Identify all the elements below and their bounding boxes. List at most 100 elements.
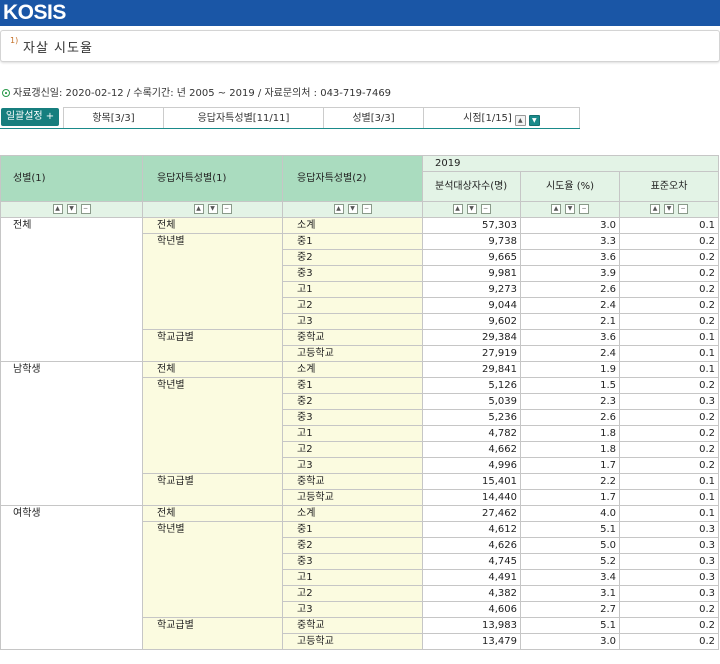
sort-asc-icon[interactable]: ▲ [193,204,204,214]
sort-controls: ▲ ▼ − [282,201,423,218]
cell-standard-error: 0.1 [618,329,720,346]
cell-subgroup: 학년별 [142,377,283,474]
kosis-logo[interactable]: KOSIS [3,0,66,26]
batch-settings-button[interactable]: 일괄설정 + [1,108,59,126]
cell-sample-size: 9,665 [422,249,521,266]
cell-sample-size: 4,491 [422,569,521,586]
tab-label: 성별[3/3] [352,113,395,124]
cell-standard-error: 0.2 [618,425,720,442]
cell-standard-error: 0.2 [618,313,720,330]
sort-asc-icon[interactable]: ▲ [333,204,344,214]
cell-sample-size: 4,382 [422,585,521,602]
expand-down-icon[interactable]: ▼ [528,115,540,126]
sort-asc-icon[interactable]: ▲ [650,204,660,214]
header-attempt-rate[interactable]: 시도율 (%) [520,171,620,202]
cell-standard-error: 0.3 [618,521,720,538]
minus-icon[interactable]: − [221,204,232,214]
cell-sample-size: 5,126 [422,377,521,394]
cell-sample-size: 9,981 [422,265,521,282]
cell-attempt-rate: 5.1 [520,521,620,538]
cell-category: 고2 [282,441,423,458]
cell-subgroup: 학교급별 [142,617,283,650]
cell-standard-error: 0.3 [618,585,720,602]
header-respondent-2[interactable]: 응답자특성별(2) [282,155,423,202]
header-sample-size[interactable]: 분석대상자수(명) [422,171,521,202]
cell-attempt-rate: 3.4 [520,569,620,586]
cell-standard-error: 0.2 [618,281,720,298]
cell-attempt-rate: 3.9 [520,265,620,282]
cell-subgroup: 전체 [142,361,283,378]
table-row: 남학생 전체 소계 29,841 1.9 0.1 [0,361,720,506]
cell-standard-error: 0.3 [618,553,720,570]
title-footnote-marker[interactable]: 1) [10,36,18,45]
header-year[interactable]: 2019 [421,155,720,172]
sort-asc-icon[interactable]: ▲ [551,204,561,214]
sort-desc-icon[interactable]: ▼ [664,204,674,214]
sort-asc-icon[interactable]: ▲ [452,204,463,214]
tab-respondent-characteristics[interactable]: 응답자특성별[11/11] [163,107,323,128]
cell-category: 고3 [282,313,423,330]
sort-desc-icon[interactable]: ▼ [347,204,358,214]
cell-sample-size: 4,782 [422,425,521,442]
tab-label: 응답자특성별[11/11] [197,113,290,124]
cell-category: 중2 [282,537,423,554]
minus-icon[interactable]: − [80,204,91,214]
minus-icon[interactable]: − [361,204,372,214]
sort-asc-icon[interactable]: ▲ [52,204,63,214]
cell-attempt-rate: 5.1 [520,617,620,634]
cell-attempt-rate: 3.1 [520,585,620,602]
minus-icon[interactable]: − [678,204,688,214]
cell-category: 고1 [282,281,423,298]
cell-sample-size: 4,662 [422,441,521,458]
header-gender[interactable]: 성별(1) [0,155,143,202]
cell-sample-size: 14,440 [422,489,521,506]
sort-desc-icon[interactable]: ▼ [207,204,218,214]
cell-subgroup: 학교급별 [142,473,283,506]
cell-category: 중학교 [282,329,423,346]
cell-attempt-rate: 3.0 [520,633,620,650]
sort-desc-icon[interactable]: ▼ [565,204,575,214]
cell-standard-error: 0.2 [618,377,720,394]
cell-sample-size: 4,745 [422,553,521,570]
collapse-up-icon[interactable]: ▲ [514,115,526,126]
header-standard-error[interactable]: 표준오차 [618,171,720,202]
sort-controls: ▲ ▼ − [520,201,620,218]
tab-gender[interactable]: 성별[3/3] [323,107,423,128]
cell-standard-error: 0.2 [618,233,720,250]
info-circle-icon [2,89,10,97]
sort-desc-icon[interactable]: ▼ [66,204,77,214]
cell-attempt-rate: 2.6 [520,409,620,426]
cell-attempt-rate: 1.8 [520,441,620,458]
cell-category: 소계 [282,505,423,522]
cell-attempt-rate: 5.2 [520,553,620,570]
cell-category: 고등학교 [282,633,423,650]
minus-icon[interactable]: − [579,204,589,214]
cell-category: 중3 [282,553,423,570]
cell-standard-error: 0.2 [618,633,720,650]
cell-attempt-rate: 2.2 [520,473,620,490]
tab-period[interactable]: 시점[1/15] ▲ ▼ [423,107,580,128]
cell-category: 고1 [282,425,423,442]
header-respondent-1[interactable]: 응답자특성별(1) [142,155,283,202]
tab-label: 항목[3/3] [92,113,135,124]
cell-attempt-rate: 3.3 [520,233,620,250]
title-bar: 1) 자살 시도율 [0,30,720,62]
cell-sample-size: 29,841 [422,361,521,378]
minus-icon[interactable]: − [480,204,491,214]
cell-standard-error: 0.2 [618,297,720,314]
cell-attempt-rate: 5.0 [520,537,620,554]
sort-controls: ▲ ▼ − [422,201,521,218]
cell-standard-error: 0.2 [618,601,720,618]
toolbar-divider [0,128,580,129]
tab-items[interactable]: 항목[3/3] [63,107,163,128]
cell-standard-error: 0.2 [618,441,720,458]
cell-category: 중2 [282,393,423,410]
cell-category: 중1 [282,521,423,538]
cell-attempt-rate: 3.6 [520,329,620,346]
sort-desc-icon[interactable]: ▼ [466,204,477,214]
cell-standard-error: 0.2 [618,617,720,634]
cell-gender: 남학생 [0,361,143,506]
statistics-table: 성별(1) 응답자특성별(1) 응답자특성별(2) 2019 분석대상자수(명)… [0,155,720,650]
cell-category: 중1 [282,377,423,394]
cell-category: 고등학교 [282,489,423,506]
